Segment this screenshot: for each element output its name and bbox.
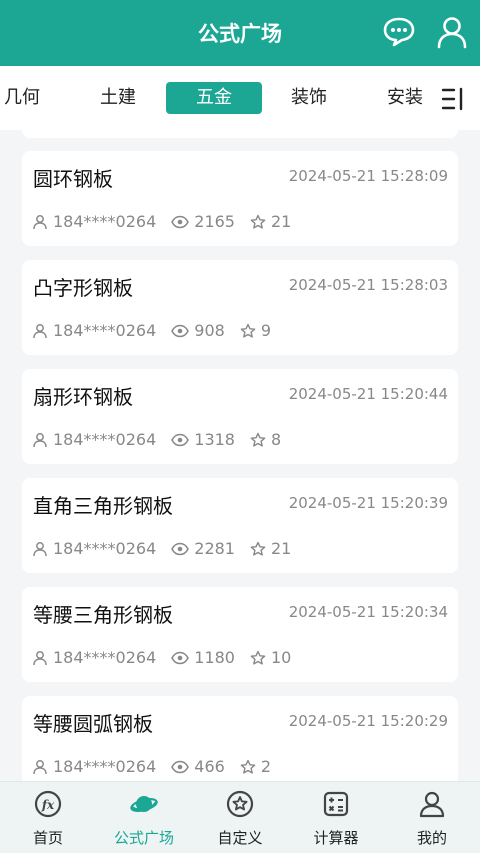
card-timestamp: 2024-05-21 15:28:03 xyxy=(288,276,448,294)
user-icon xyxy=(418,790,446,818)
eye-icon xyxy=(171,542,190,555)
formula-card[interactable]: 直角三角形钢板 2024-05-21 15:20:39 184****0264 … xyxy=(22,478,458,573)
nav-label: 首页 xyxy=(32,829,63,847)
card-timestamp: 2024-05-21 15:20:39 xyxy=(288,494,448,512)
card-meta: 184****0264 1318 8 xyxy=(32,430,296,449)
card-title: 等腰圆弧钢板 xyxy=(33,712,153,736)
person-icon xyxy=(33,759,47,774)
star-icon xyxy=(250,541,266,556)
card-meta: 184****0264 2281 21 xyxy=(32,539,306,558)
formula-card[interactable]: 圆环钢板 2024-05-21 15:28:09 184****0264 216… xyxy=(22,151,458,246)
card-author: 184****0264 xyxy=(53,539,157,558)
tab-civil[interactable]: 土建 xyxy=(88,82,148,114)
card-timestamp: 2024-05-21 15:20:34 xyxy=(288,603,448,621)
card-meta: 184****0264 466 2 xyxy=(32,757,286,776)
card-meta: 184****0264 908 9 xyxy=(32,321,286,340)
person-icon xyxy=(33,650,47,665)
eye-icon xyxy=(171,215,190,228)
card-views: 2165 xyxy=(194,212,235,231)
category-tabs: 几何 土建 五金 装饰 安装 xyxy=(0,66,480,130)
card-views: 2281 xyxy=(194,539,235,558)
card-stars: 21 xyxy=(270,539,292,558)
card-views: 466 xyxy=(194,757,225,776)
nav-custom[interactable]: 自定义 xyxy=(192,782,288,853)
person-icon xyxy=(33,323,47,338)
tab-hardware[interactable]: 五金 xyxy=(166,82,262,114)
star-icon xyxy=(250,432,266,447)
tab-decoration[interactable]: 装饰 xyxy=(279,82,339,114)
card-author: 184****0264 xyxy=(53,321,157,340)
bottom-navigation: fx 首页 公式广场 自定义 计算器 我的 xyxy=(0,781,480,853)
card-title: 直角三角形钢板 xyxy=(33,494,173,518)
star-icon xyxy=(240,759,256,774)
formula-card[interactable]: 扇形环钢板 2024-05-21 15:20:44 184****0264 13… xyxy=(22,369,458,464)
eye-icon xyxy=(171,651,190,664)
card-author: 184****0264 xyxy=(53,430,157,449)
nav-home[interactable]: fx 首页 xyxy=(0,782,96,853)
tab-geometry[interactable]: 几何 xyxy=(0,82,52,114)
star-icon xyxy=(250,214,266,229)
nav-label: 公式广场 xyxy=(113,829,174,847)
formula-card[interactable]: 等腰三角形钢板 2024-05-21 15:20:34 184****0264 … xyxy=(22,587,458,682)
nav-calculator[interactable]: 计算器 xyxy=(288,782,384,853)
card-stars: 2 xyxy=(260,757,271,776)
card-timestamp: 2024-05-21 15:28:09 xyxy=(288,167,448,185)
card-views: 1180 xyxy=(194,648,235,667)
star-icon xyxy=(240,323,256,338)
category-menu-icon[interactable] xyxy=(440,86,468,112)
card-title: 凸字形钢板 xyxy=(33,276,133,300)
nav-label: 我的 xyxy=(416,829,447,847)
list-item-partial xyxy=(22,130,458,138)
eye-icon xyxy=(171,433,190,446)
chat-bubble-icon[interactable] xyxy=(381,14,417,50)
calculator-icon xyxy=(322,790,350,818)
card-timestamp: 2024-05-21 15:20:44 xyxy=(288,385,448,403)
card-views: 908 xyxy=(194,321,225,340)
svg-text:fx: fx xyxy=(41,798,55,812)
card-timestamp: 2024-05-21 15:20:29 xyxy=(288,712,448,730)
card-author: 184****0264 xyxy=(53,757,157,776)
planet-icon xyxy=(130,790,158,818)
card-stars: 10 xyxy=(270,648,292,667)
card-stars: 21 xyxy=(270,212,292,231)
person-icon xyxy=(33,214,47,229)
card-author: 184****0264 xyxy=(53,212,157,231)
eye-icon xyxy=(171,760,190,773)
nav-label: 自定义 xyxy=(217,829,263,847)
card-title: 等腰三角形钢板 xyxy=(33,603,173,627)
tab-installation[interactable]: 安装 xyxy=(375,82,435,114)
card-meta: 184****0264 1180 10 xyxy=(32,648,306,667)
card-title: 圆环钢板 xyxy=(33,167,113,191)
app-header: 公式广场 xyxy=(0,0,480,66)
card-views: 1318 xyxy=(194,430,235,449)
card-stars: 8 xyxy=(270,430,282,449)
card-meta: 184****0264 2165 21 xyxy=(32,212,306,231)
card-stars: 9 xyxy=(260,321,271,340)
fx-icon: fx xyxy=(34,790,62,818)
formula-card[interactable]: 等腰圆弧钢板 2024-05-21 15:20:29 184****0264 4… xyxy=(22,696,458,791)
eye-icon xyxy=(171,324,190,337)
user-icon[interactable] xyxy=(434,14,470,50)
card-author: 184****0264 xyxy=(53,648,157,667)
nav-formula-square[interactable]: 公式广场 xyxy=(96,782,192,853)
formula-card[interactable]: 凸字形钢板 2024-05-21 15:28:03 184****0264 90… xyxy=(22,260,458,355)
person-icon xyxy=(33,541,47,556)
nav-mine[interactable]: 我的 xyxy=(384,782,480,853)
card-title: 扇形环钢板 xyxy=(33,385,133,409)
nav-label: 计算器 xyxy=(313,829,359,847)
star-circle-icon xyxy=(226,790,254,818)
person-icon xyxy=(33,432,47,447)
star-icon xyxy=(250,650,266,665)
